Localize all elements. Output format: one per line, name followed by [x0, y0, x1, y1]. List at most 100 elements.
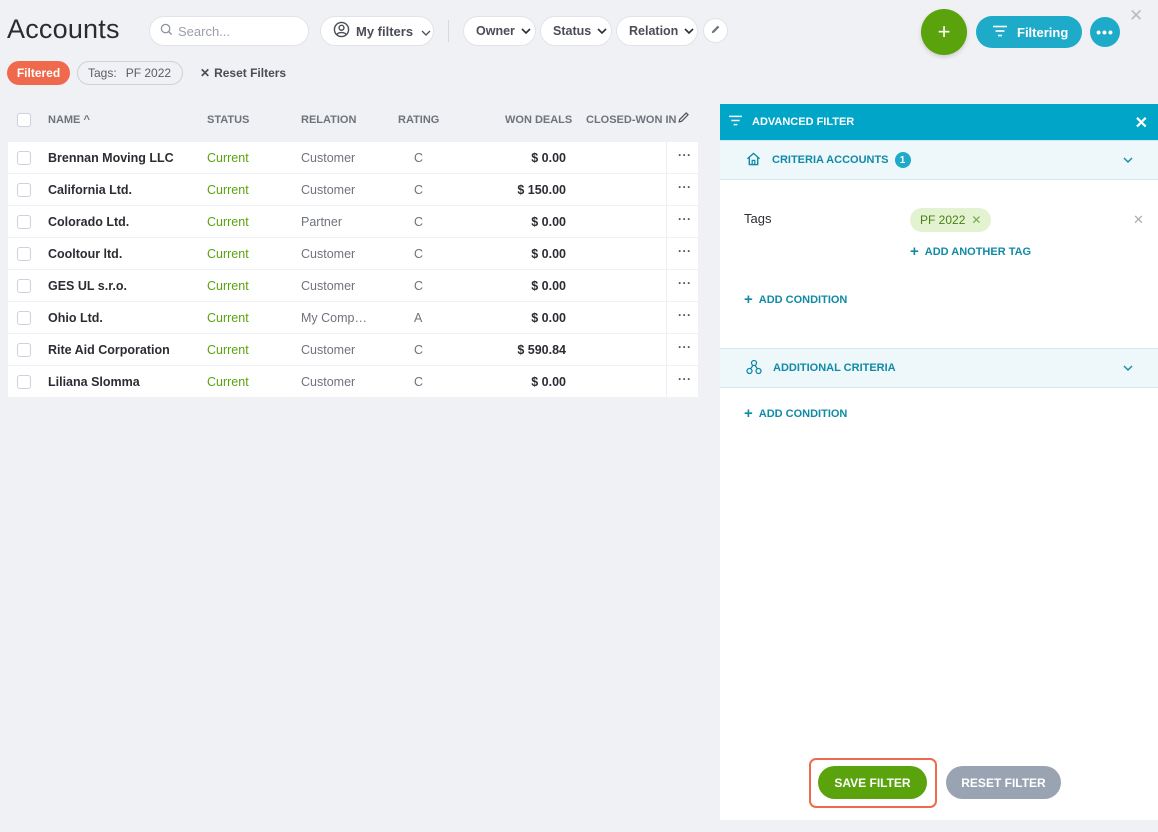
chevron-down-icon — [521, 26, 531, 37]
account-name[interactable]: GES UL s.r.o. — [48, 279, 127, 293]
status-dropdown[interactable]: Status — [540, 16, 612, 46]
row-checkbox[interactable] — [17, 151, 31, 165]
account-relation: Customer — [301, 151, 356, 165]
column-name[interactable]: NAME ^ — [48, 114, 90, 126]
additional-criteria-section[interactable]: ADDITIONAL CRITERIA — [720, 348, 1158, 388]
criteria-accounts-section[interactable]: CRITERIA ACCOUNTS 1 — [720, 140, 1158, 180]
account-rating: C — [414, 151, 424, 165]
close-icon[interactable]: ✕ — [1129, 6, 1143, 26]
header-divider — [448, 20, 449, 42]
account-won-deals: $ 0.00 — [531, 279, 566, 293]
account-rating: C — [414, 183, 424, 197]
tag-chip-value: PF 2022 — [125, 66, 172, 80]
row-more-button[interactable]: ··· — [678, 244, 692, 258]
tag-filter-chip[interactable]: Tags: PF 2022 — [77, 61, 183, 85]
column-rating[interactable]: RATING — [398, 114, 439, 126]
add-account-button[interactable]: + — [921, 9, 967, 55]
add-condition-label: ADD CONDITION — [758, 407, 848, 420]
pencil-icon[interactable] — [677, 111, 690, 127]
account-status: Current — [207, 183, 249, 197]
row-checkbox[interactable] — [17, 343, 31, 357]
table-row[interactable]: Brennan Moving LLC Current Customer C $ … — [8, 142, 698, 173]
more-options-button[interactable]: ••• — [1090, 17, 1120, 47]
advanced-filter-title: ADVANCED FILTER — [752, 116, 855, 128]
row-more-button[interactable]: ··· — [678, 212, 692, 226]
table-row[interactable]: Cooltour ltd. Current Customer C $ 0.00 … — [8, 238, 698, 269]
row-checkbox[interactable] — [17, 311, 31, 325]
account-relation: Customer — [301, 375, 356, 389]
row-checkbox[interactable] — [17, 183, 31, 197]
filtered-badge: Filtered — [7, 61, 70, 85]
owner-dropdown-label: Owner — [476, 24, 515, 38]
search-box[interactable] — [149, 16, 309, 46]
account-rating: C — [414, 215, 424, 229]
save-filter-button[interactable]: SAVE FILTER — [818, 766, 927, 799]
chevron-down-icon — [684, 26, 694, 37]
user-circle-icon — [333, 21, 350, 41]
row-checkbox[interactable] — [17, 247, 31, 261]
remove-criterion-icon[interactable]: ✕ — [1133, 212, 1144, 228]
advanced-filter-header: ADVANCED FILTER ✕ — [720, 104, 1158, 140]
tag-pf-chip[interactable]: PF 2022 ✕ — [910, 208, 992, 232]
column-status[interactable]: STATUS — [207, 114, 249, 126]
my-filters-label: My filters — [356, 23, 414, 39]
add-another-tag-link[interactable]: + ADD ANOTHER TAG — [910, 243, 1031, 260]
row-checkbox[interactable] — [17, 375, 31, 389]
account-status: Current — [207, 375, 249, 389]
table-row[interactable]: Ohio Ltd. Current My Comp… A $ 0.00 ··· — [8, 302, 698, 333]
column-closed-won-in[interactable]: CLOSED-WON IN — [586, 114, 676, 126]
row-checkbox[interactable] — [17, 279, 31, 293]
tags-criterion-label: Tags — [744, 211, 772, 226]
table-row[interactable]: GES UL s.r.o. Current Customer C $ 0.00 … — [8, 270, 698, 301]
account-won-deals: $ 0.00 — [531, 311, 566, 325]
close-icon[interactable]: ✕ — [971, 213, 981, 227]
add-condition-link[interactable]: + ADD CONDITION — [744, 405, 847, 422]
select-all-checkbox[interactable] — [17, 113, 31, 127]
account-status: Current — [207, 279, 249, 293]
my-filters-button[interactable]: My filters — [320, 16, 434, 46]
account-relation: Customer — [301, 279, 356, 293]
search-input[interactable] — [178, 23, 298, 39]
account-name[interactable]: Liliana Slomma — [48, 375, 140, 389]
account-relation: Customer — [301, 247, 356, 261]
edit-filters-button[interactable] — [703, 18, 728, 43]
row-more-button[interactable]: ··· — [678, 308, 692, 322]
account-name[interactable]: Brennan Moving LLC — [48, 151, 174, 165]
row-more-button[interactable]: ··· — [678, 340, 692, 354]
account-rating: C — [414, 247, 424, 261]
account-relation: Customer — [301, 343, 356, 357]
column-relation[interactable]: RELATION — [301, 114, 356, 126]
row-divider — [666, 270, 667, 301]
row-more-button[interactable]: ··· — [678, 148, 692, 162]
row-more-button[interactable]: ··· — [678, 372, 692, 386]
chevron-down-icon[interactable] — [1123, 362, 1133, 374]
account-name[interactable]: Colorado Ltd. — [48, 215, 129, 229]
row-more-button[interactable]: ··· — [678, 276, 692, 290]
table-row[interactable]: Liliana Slomma Current Customer C $ 0.00… — [8, 366, 698, 397]
account-won-deals: $ 0.00 — [531, 151, 566, 165]
row-more-button[interactable]: ··· — [678, 180, 692, 194]
row-checkbox[interactable] — [17, 215, 31, 229]
network-icon — [746, 359, 762, 378]
filter-icon — [992, 25, 1008, 40]
table-row[interactable]: Colorado Ltd. Current Partner C $ 0.00 ·… — [8, 206, 698, 237]
owner-dropdown[interactable]: Owner — [463, 16, 536, 46]
table-row[interactable]: California Ltd. Current Customer C $ 150… — [8, 174, 698, 205]
account-name[interactable]: California Ltd. — [48, 183, 132, 197]
chevron-down-icon[interactable] — [1123, 154, 1133, 166]
reset-filters-link[interactable]: ✕ Reset Filters — [200, 66, 286, 80]
close-icon[interactable]: ✕ — [1135, 113, 1148, 133]
relation-dropdown[interactable]: Relation — [616, 16, 698, 46]
add-condition-link[interactable]: + ADD CONDITION — [744, 291, 847, 308]
account-name[interactable]: Rite Aid Corporation — [48, 343, 170, 357]
reset-filter-button[interactable]: RESET FILTER — [946, 766, 1061, 799]
table-row[interactable]: Rite Aid Corporation Current Customer C … — [8, 334, 698, 365]
tag-pf-label: PF 2022 — [920, 213, 966, 227]
account-name[interactable]: Ohio Ltd. — [48, 311, 103, 325]
column-won-deals[interactable]: WON DEALS — [505, 114, 572, 126]
filtering-button[interactable]: Filtering — [976, 16, 1082, 48]
filtering-label: Filtering — [1017, 24, 1069, 40]
account-rating: A — [414, 311, 423, 325]
account-name[interactable]: Cooltour ltd. — [48, 247, 122, 261]
add-another-tag-label: ADD ANOTHER TAG — [924, 245, 1032, 258]
